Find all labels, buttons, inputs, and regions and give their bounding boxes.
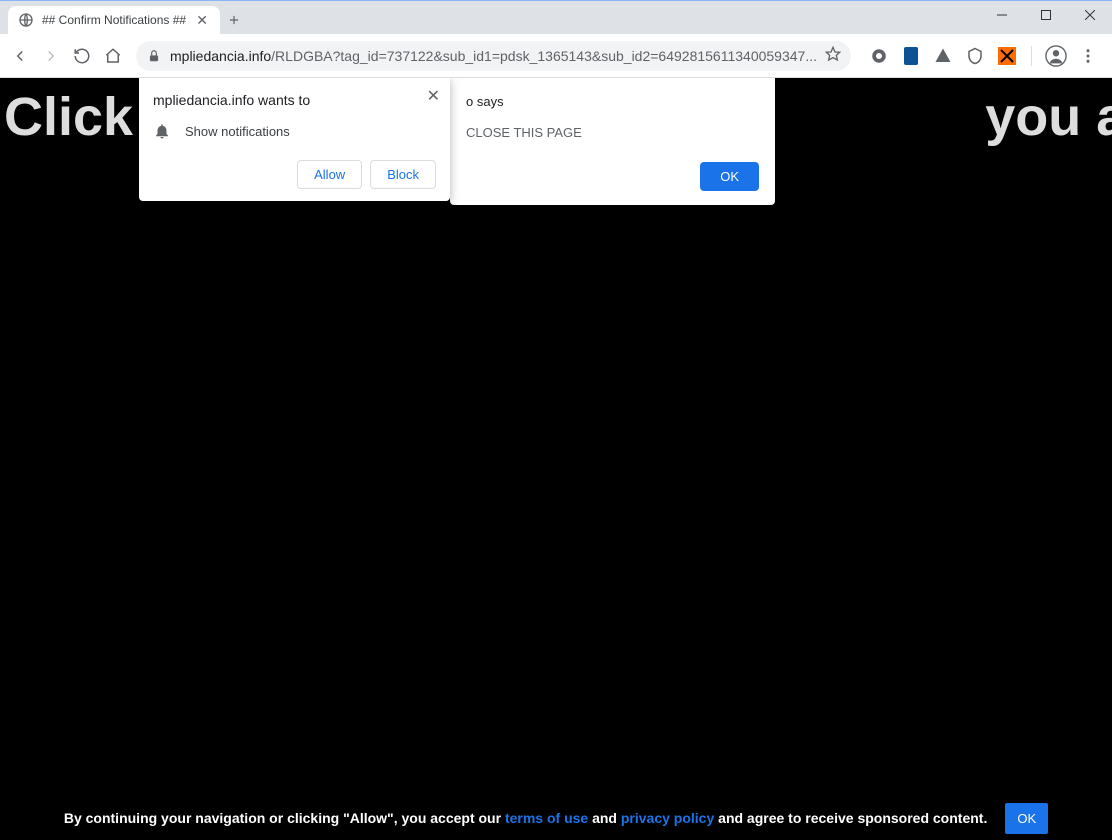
permission-actions: Allow Block (153, 160, 436, 189)
address-bar[interactable]: mpliedancia.info/RLDGBA?tag_id=737122&su… (136, 41, 851, 71)
notification-permission-dialog: ✕ mpliedancia.info wants to Show notific… (139, 78, 450, 201)
close-icon[interactable]: ✕ (427, 86, 440, 106)
globe-icon (18, 12, 34, 28)
javascript-alert-dialog: o says CLOSE THIS PAGE OK (450, 78, 775, 205)
close-window-button[interactable] (1068, 1, 1112, 29)
alert-origin: o says (466, 94, 759, 109)
extension-icon-3[interactable] (931, 44, 955, 68)
window-controls (980, 1, 1112, 34)
permission-row: Show notifications (153, 122, 436, 140)
toolbar-divider (1031, 46, 1032, 66)
minimize-button[interactable] (980, 1, 1024, 29)
privacy-link[interactable]: privacy policy (621, 810, 714, 826)
extension-icon-5[interactable] (995, 44, 1019, 68)
url-text: mpliedancia.info/RLDGBA?tag_id=737122&su… (170, 48, 817, 64)
consent-footer: By continuing your navigation or clickin… (0, 803, 1112, 834)
forward-button[interactable] (37, 40, 64, 72)
terms-link[interactable]: terms of use (505, 810, 588, 826)
alert-ok-button[interactable]: OK (700, 162, 759, 191)
block-button[interactable]: Block (370, 160, 436, 189)
permission-row-label: Show notifications (185, 124, 290, 139)
permission-dialog-title: mpliedancia.info wants to (153, 92, 436, 108)
profile-avatar-icon[interactable] (1044, 44, 1068, 68)
new-tab-button[interactable] (220, 6, 248, 34)
allow-button[interactable]: Allow (297, 160, 362, 189)
consent-text: By continuing your navigation or clickin… (64, 808, 988, 829)
bookmark-star-icon[interactable] (825, 46, 841, 65)
home-button[interactable] (99, 40, 126, 72)
consent-ok-button[interactable]: OK (1005, 803, 1048, 834)
alert-actions: OK (466, 162, 759, 191)
extension-icon-4[interactable] (963, 44, 987, 68)
alert-message: CLOSE THIS PAGE (466, 125, 759, 140)
page-content: Click _the_Allow_button_to_confirm_ you … (0, 78, 1112, 840)
maximize-button[interactable] (1024, 1, 1068, 29)
lock-icon (146, 48, 162, 64)
back-button[interactable] (6, 40, 33, 72)
bell-icon (153, 122, 171, 140)
extension-area (861, 44, 1106, 68)
tab-title: ## Confirm Notifications ## (42, 13, 186, 27)
extension-icon-2[interactable] (899, 44, 923, 68)
browser-toolbar: mpliedancia.info/RLDGBA?tag_id=737122&su… (0, 34, 1112, 78)
reload-button[interactable] (68, 40, 95, 72)
menu-kebab-icon[interactable] (1076, 44, 1100, 68)
tab-strip: ## Confirm Notifications ## ✕ (0, 1, 980, 34)
close-icon[interactable]: ✕ (194, 12, 210, 28)
browser-tab[interactable]: ## Confirm Notifications ## ✕ (8, 6, 220, 34)
browser-titlebar: ## Confirm Notifications ## ✕ (0, 0, 1112, 34)
extension-icon-1[interactable] (867, 44, 891, 68)
